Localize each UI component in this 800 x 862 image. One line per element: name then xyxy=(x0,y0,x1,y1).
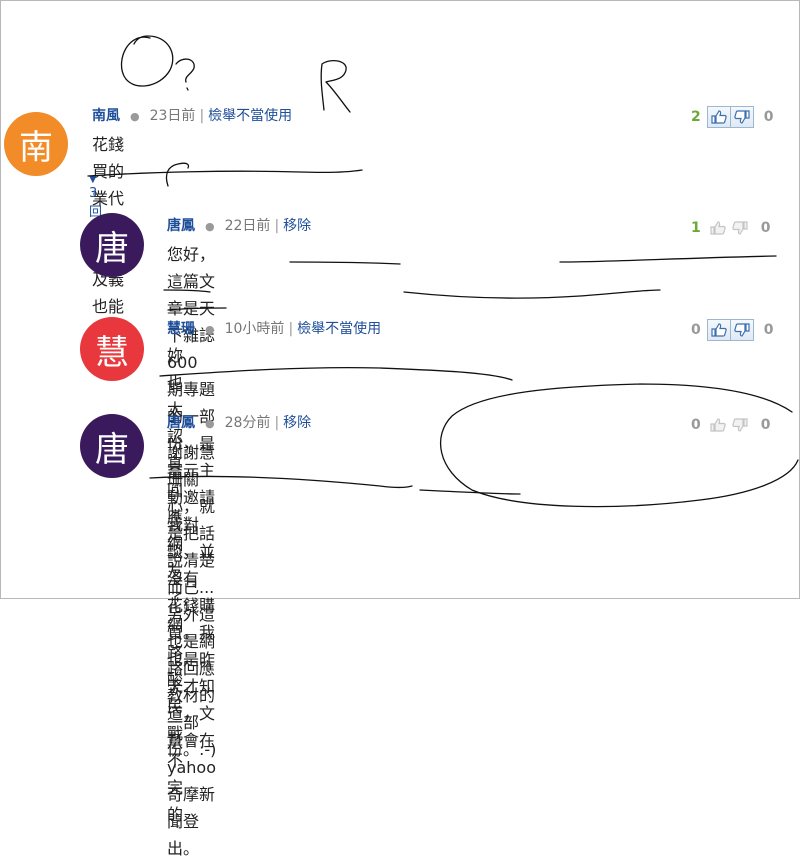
author-name[interactable]: 唐鳳 xyxy=(167,218,195,234)
vote-widget: 1 0 xyxy=(691,218,771,238)
separator-dot: ● xyxy=(205,417,215,430)
comment-meta: 慧珊 ● 10小時前 | 檢舉不當使用 xyxy=(167,318,381,338)
avatar-initial: 唐 xyxy=(95,429,129,470)
avatar-initial: 南 xyxy=(19,127,53,168)
separator-bar: | xyxy=(199,108,205,124)
vote-widget: 0 0 xyxy=(691,319,774,341)
report-link[interactable]: 檢舉不當使用 xyxy=(297,321,381,337)
thumbs-down-icon[interactable] xyxy=(729,415,751,435)
timestamp: 22日前 xyxy=(224,218,271,234)
separator-bar: | xyxy=(274,415,280,431)
upvote-count: 0 xyxy=(691,417,701,433)
vote-buttons xyxy=(707,218,751,238)
downvote-count: 0 xyxy=(760,417,771,433)
separator-dot: ● xyxy=(130,110,140,123)
avatar[interactable]: 南 xyxy=(4,112,68,176)
report-link[interactable]: 檢舉不當使用 xyxy=(208,108,292,124)
upvote-count: 0 xyxy=(691,322,701,338)
downvote-count: 0 xyxy=(763,322,774,338)
separator-bar: | xyxy=(274,218,280,234)
upvote-count: 2 xyxy=(691,109,701,125)
timestamp: 23日前 xyxy=(149,108,196,124)
caret-down-icon: ▼ xyxy=(89,174,97,185)
remove-link[interactable]: 移除 xyxy=(283,415,311,431)
vote-buttons xyxy=(706,319,754,341)
thumbs-up-icon[interactable] xyxy=(707,415,729,435)
avatar[interactable]: 慧 xyxy=(80,317,144,381)
separator-dot: ● xyxy=(205,323,215,336)
thumbs-up-icon[interactable] xyxy=(707,218,729,238)
vote-buttons xyxy=(707,415,751,435)
comment-meta: 唐鳳 ● 28分前 | 移除 xyxy=(167,412,311,432)
timestamp: 10小時前 xyxy=(224,321,285,337)
thumbs-down-icon[interactable] xyxy=(729,218,751,238)
remove-link[interactable]: 移除 xyxy=(283,218,311,234)
vote-widget: 2 0 xyxy=(691,106,774,128)
author-name[interactable]: 慧珊 xyxy=(167,321,195,337)
downvote-count: 0 xyxy=(763,109,774,125)
avatar[interactable]: 唐 xyxy=(80,213,144,277)
timestamp: 28分前 xyxy=(224,415,271,431)
comment-text: 謝謝慧珊關心，就是把話說清楚而已... 另外這也是網路回應教材的一部份。:-) xyxy=(167,443,217,759)
downvote-count: 0 xyxy=(760,220,771,236)
thumbs-up-icon[interactable] xyxy=(706,106,731,128)
avatar-initial: 唐 xyxy=(95,228,129,269)
separator-bar: | xyxy=(288,321,294,337)
comment-meta: 唐鳳 ● 22日前 | 移除 xyxy=(167,215,311,235)
comment-meta: 南風 ● 23日前 | 檢舉不當使用 xyxy=(92,105,292,125)
upvote-count: 1 xyxy=(691,220,701,236)
avatar[interactable]: 唐 xyxy=(80,414,144,478)
vote-widget: 0 0 xyxy=(691,415,771,435)
vote-buttons xyxy=(706,106,754,128)
thumbs-up-icon[interactable] xyxy=(706,319,731,341)
thumbs-down-icon[interactable] xyxy=(730,106,754,128)
separator-dot: ● xyxy=(205,220,215,233)
author-name[interactable]: 唐鳳 xyxy=(167,415,195,431)
thumbs-down-icon[interactable] xyxy=(730,319,754,341)
author-name[interactable]: 南風 xyxy=(92,108,120,124)
avatar-initial: 慧 xyxy=(95,332,129,373)
